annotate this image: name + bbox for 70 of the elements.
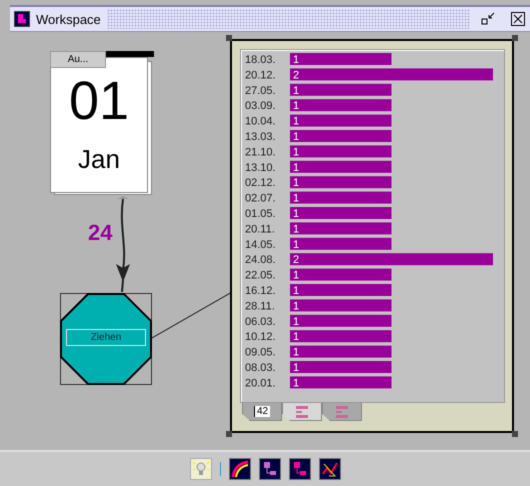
date-label: 16.12. [245,285,276,297]
resize-handle[interactable] [512,431,518,437]
date-label: 18.03. [245,54,276,66]
list-icon [335,404,349,418]
date-label: 10.04. [245,116,276,128]
resize-handle[interactable] [226,35,232,41]
list-icon [295,404,309,418]
date-label: 13.03. [245,131,276,143]
bar-value: 1 [293,331,300,344]
node-label[interactable]: Ziehen [66,329,146,346]
date-label: 03.09. [245,100,276,112]
close-icon[interactable] [511,12,525,26]
connector-label: 24 [88,220,112,246]
bar-value: 2 [293,69,300,82]
bar-value: 1 [293,177,300,190]
restore-icon[interactable] [481,12,495,26]
bar-value: 1 [293,346,300,359]
date-label: 08.03. [245,362,276,374]
bar-value: 1 [293,131,300,143]
bar-value: 1 [293,192,300,205]
date-label: 20.11. [245,223,275,236]
bar-value: 1 [293,270,300,282]
date-label: 27.05. [245,84,276,97]
bar-value: 1 [293,116,300,128]
calendar-month: Jan [77,144,121,175]
date-label: 22.05. [245,270,276,282]
octagon-node[interactable] [60,293,152,385]
date-label: 14.05. [245,238,276,251]
view-tab[interactable]: 42 [242,403,282,421]
date-label: 09.05. [245,346,276,359]
bar-value: 1 [293,238,300,251]
view-tab[interactable] [282,403,322,421]
resize-handle[interactable] [512,35,518,41]
calendar-binding [106,51,154,57]
calendar-tab[interactable]: Au... [50,51,106,68]
graph-icon[interactable] [318,458,340,480]
bar-value: 1 [293,162,300,174]
date-label: 21.10. [245,146,276,158]
node-icon[interactable] [258,458,280,480]
bar-value: 1 [293,208,300,220]
bar-value: 1 [293,362,300,374]
date-label: 13.10. [245,162,276,174]
view-tab[interactable] [322,403,362,421]
bar-value: 1 [293,285,300,297]
date-label: 06.03. [245,316,276,328]
bar-value: 1 [293,84,300,97]
rainbow-icon[interactable] [228,458,250,480]
bar-value: 1 [293,146,300,158]
title-bar-drag-area[interactable] [106,9,470,29]
bar-value: 1 [293,300,300,312]
date-label: 02.12. [245,177,276,190]
bar-value: 1 [293,377,300,390]
date-label: 24.08. [245,254,276,266]
node-icon[interactable] [288,458,310,480]
window-title: Workspace [36,12,101,26]
bar-value: 1 [293,100,300,112]
date-label: 20.01. [245,377,276,390]
date-label: 01.05. [245,208,276,220]
bar-value: 1 [293,223,300,236]
bar-value: 2 [293,254,300,266]
bar-value: 1 [293,316,300,328]
date-label: 02.07. [245,192,276,205]
calendar-day: 01 [51,74,147,128]
date-label: 20.12. [245,69,276,82]
bulb-icon[interactable] [190,458,212,480]
resize-handle[interactable] [226,431,232,437]
date-label: 28.11. [245,300,275,312]
date-label: 10.12. [245,331,276,344]
app-icon [14,11,30,27]
bar-value: 1 [293,54,300,66]
